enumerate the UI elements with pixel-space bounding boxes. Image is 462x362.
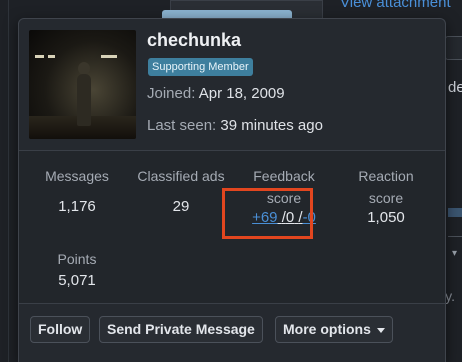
- avatar[interactable]: [29, 30, 136, 139]
- sidebar-box: [445, 36, 462, 60]
- stat-label-line: Feedback: [253, 168, 315, 184]
- send-private-message-button[interactable]: Send Private Message: [99, 316, 263, 343]
- stat-label-line: score: [266, 190, 302, 206]
- sidebar-accent: [448, 208, 462, 217]
- stat-messages: Messages 1,176: [37, 163, 117, 215]
- stat-label: Classified ads: [137, 168, 225, 184]
- stat-feedback-score: Feedback score +69 /0 /-0: [244, 163, 324, 226]
- feedback-positive-link[interactable]: +69: [252, 209, 277, 226]
- chevron-down-icon: [376, 327, 385, 333]
- joined-value: Apr 18, 2009: [198, 85, 285, 102]
- joined-label: Joined:: [147, 85, 196, 102]
- joined-date: Joined: Apr 18, 2009: [147, 85, 285, 102]
- stat-value: 29: [172, 198, 190, 215]
- member-stats: Messages 1,176 Classified ads 29 Feedbac…: [19, 151, 445, 303]
- stat-label: score: [368, 190, 404, 206]
- avatar-figure: [77, 74, 91, 126]
- stat-reaction-score: Reaction score 1,050: [345, 163, 427, 226]
- stat-classified-ads: Classified ads 29: [131, 163, 231, 215]
- avatar-light: [48, 55, 55, 58]
- card-actions: Follow Send Private Message More options: [19, 304, 445, 362]
- member-card: chechunka Supporting Member Joined: Apr …: [18, 18, 446, 362]
- feedback-separator: /0 /: [278, 209, 303, 226]
- avatar-light: [35, 55, 44, 58]
- username[interactable]: chechunka: [147, 30, 241, 51]
- stat-value: 5,071: [58, 272, 96, 289]
- more-options-button[interactable]: More options: [275, 316, 393, 343]
- last-seen-label: Last seen:: [147, 117, 217, 134]
- sidebar-rule: [448, 236, 462, 237]
- stat-label: Messages: [45, 168, 109, 184]
- feedback-neutral: 0: [285, 209, 295, 226]
- stat-value: 1,176: [58, 198, 96, 215]
- sidebar-text: de: [448, 79, 462, 96]
- avatar-light: [101, 55, 117, 58]
- last-seen: Last seen: 39 minutes ago: [147, 117, 323, 134]
- page-divider: [8, 0, 9, 362]
- chevron-down-icon[interactable]: ▾: [452, 248, 457, 259]
- card-header: chechunka Supporting Member Joined: Apr …: [19, 19, 445, 150]
- follow-button[interactable]: Follow: [30, 316, 91, 343]
- feedback-value: +69 /0 /-0: [244, 209, 324, 226]
- member-badge: Supporting Member: [148, 58, 253, 76]
- feedback-negative-link[interactable]: -0: [303, 209, 316, 226]
- view-attachment-link[interactable]: View attachment: [340, 0, 451, 11]
- page: chechunka View attachment de ▾ ly. chech…: [0, 0, 462, 362]
- last-seen-value: 39 minutes ago: [220, 117, 323, 134]
- stat-label: Points: [57, 251, 97, 267]
- stat-value: 1,050: [367, 209, 405, 226]
- more-options-label: More options: [283, 321, 371, 337]
- stat-points: Points 5,071: [47, 246, 107, 289]
